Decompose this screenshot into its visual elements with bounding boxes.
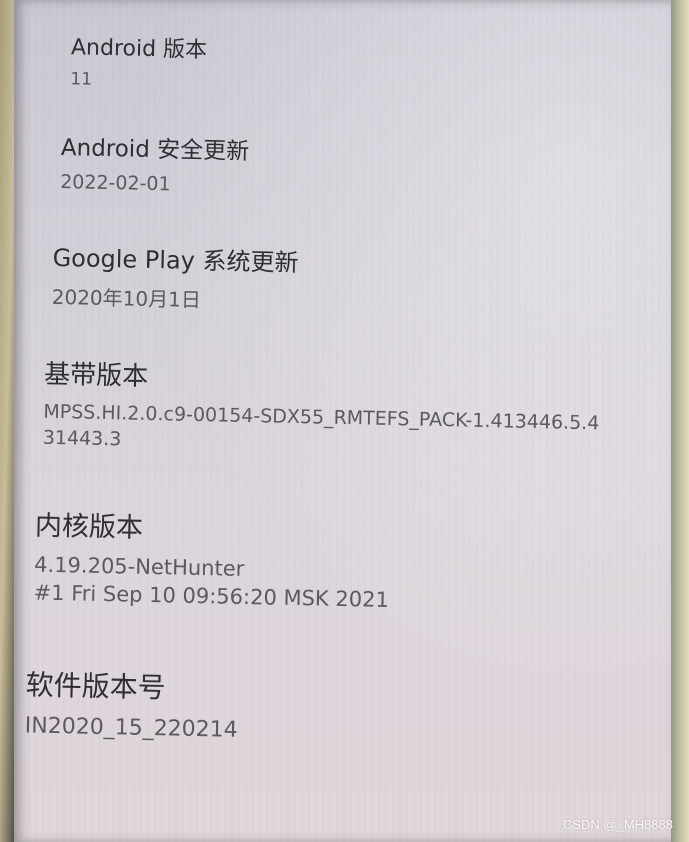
android-version-title: Android 版本 — [70, 35, 208, 64]
security-update-title: Android 安全更新 — [60, 135, 250, 165]
android-version-item[interactable]: Android 版本 11 — [70, 29, 207, 92]
kernel-version-item[interactable]: 内核版本 4.19.205-NetHunter #1 Fri Sep 10 09… — [33, 504, 390, 612]
baseband-version-title: 基带版本 — [43, 359, 149, 392]
about-phone-screen: Android 版本 11 Android 安全更新 2022-02-01 Go… — [14, 0, 671, 842]
photo-of-phone-screen: Android 版本 11 Android 安全更新 2022-02-01 Go… — [0, 0, 689, 842]
security-update-value: 2022-02-01 — [59, 171, 171, 196]
build-number-item[interactable]: 软件版本号 IN2020_15_220214 — [25, 663, 239, 742]
google-play-update-item[interactable]: Google Play 系统更新 2020年10月1日 — [52, 238, 299, 315]
google-play-update-value: 2020年10月1日 — [51, 284, 202, 312]
kernel-version-value-line2: #1 Fri Sep 10 09:56:20 MSK 2021 — [33, 580, 390, 612]
build-number-value: IN2020_15_220214 — [24, 713, 238, 743]
android-version-value: 11 — [70, 69, 93, 90]
settings-list: Android 版本 11 Android 安全更新 2022-02-01 Go… — [0, 0, 671, 842]
baseband-version-item[interactable]: 基带版本 MPSS.HI.2.0.c9-00154-SDX55_RMTEFS_P… — [43, 354, 601, 461]
kernel-version-value-line1: 4.19.205-NetHunter — [33, 552, 245, 581]
csdn-watermark: CSDN @_MH8888 — [562, 817, 673, 832]
google-play-update-title: Google Play 系统更新 — [52, 243, 299, 278]
kernel-version-title: 内核版本 — [34, 510, 144, 544]
security-update-item[interactable]: Android 安全更新 2022-02-01 — [60, 128, 250, 197]
build-number-title: 软件版本号 — [25, 668, 166, 705]
